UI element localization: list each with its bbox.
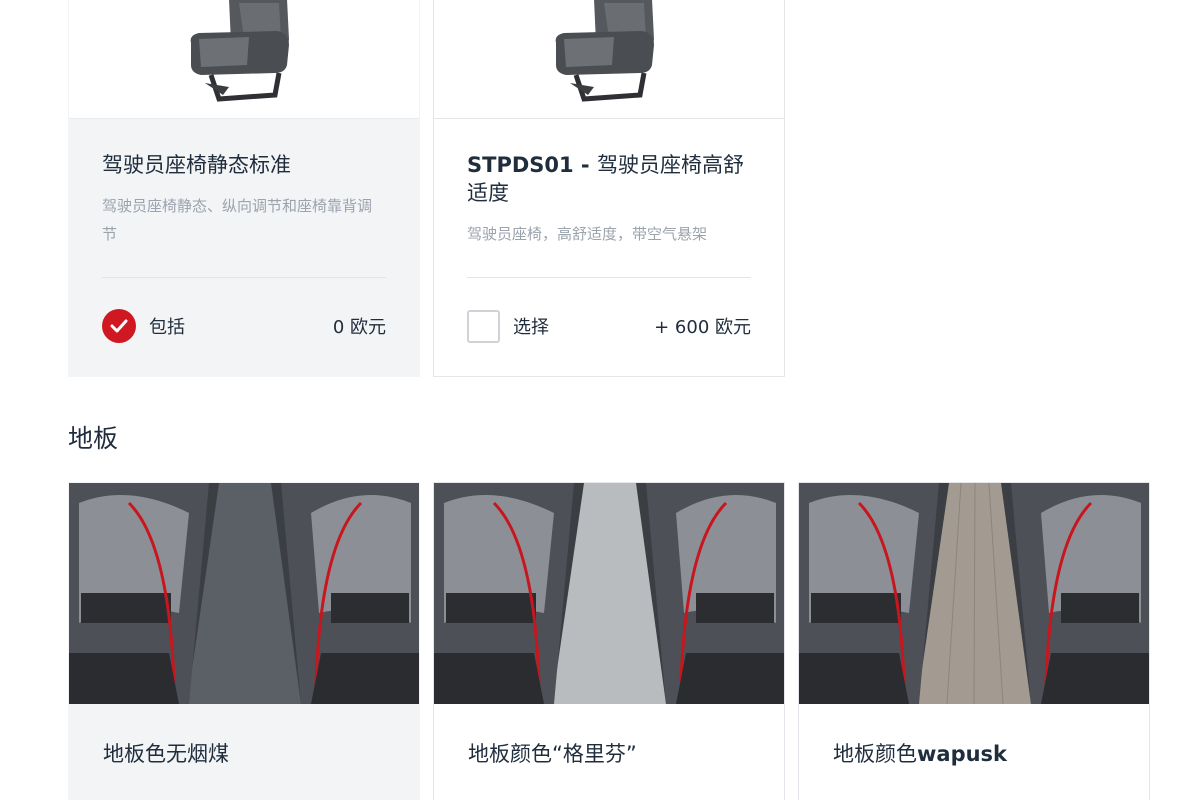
checked-icon[interactable] xyxy=(102,309,136,343)
seat-option-card-standard[interactable]: 驾驶员座椅静态标准 驾驶员座椅静态、纵向调节和座椅靠背调节 包括 0 欧元 xyxy=(68,0,420,377)
seat-image xyxy=(434,0,784,119)
seat-option-title: STPDS01 - 驾驶员座椅高舒适度 xyxy=(467,153,744,205)
bus-interior-image xyxy=(69,483,419,704)
divider xyxy=(467,277,751,278)
seat-option-description: 驾驶员座椅静态、纵向调节和座椅靠背调节 xyxy=(102,197,373,243)
included-label: 包括 xyxy=(149,317,185,338)
floor-option-title: 地板色无烟煤 xyxy=(103,742,229,766)
seat-icon xyxy=(190,0,289,102)
floor-option-title: 地板颜色wapusk xyxy=(833,742,1008,766)
seat-option-description: 驾驶员座椅，高舒适度，带空气悬架 xyxy=(467,225,708,243)
price: + 600 欧元 xyxy=(654,317,751,338)
select-label: 选择 xyxy=(513,317,549,338)
price: 0 欧元 xyxy=(332,317,386,338)
seat-option-title: 驾驶员座椅静态标准 xyxy=(102,153,291,177)
floor-option-title: 地板颜色“格里芬” xyxy=(468,742,637,766)
section-title-floor: 地板 xyxy=(68,424,119,453)
floor-option-card[interactable]: 地板色无烟煤 xyxy=(68,482,420,800)
divider xyxy=(102,277,386,278)
seat-option-card-stpds01[interactable]: STPDS01 - 驾驶员座椅高舒适度 驾驶员座椅，高舒适度，带空气悬架 选择 … xyxy=(433,0,785,377)
floor-option-card[interactable]: 地板颜色wapusk xyxy=(798,482,1150,800)
seat-icon xyxy=(555,0,654,102)
bus-interior-image xyxy=(434,483,784,704)
floor-option-card[interactable]: 地板颜色“格里芬” xyxy=(433,482,785,800)
seat-image xyxy=(69,0,419,119)
checkbox[interactable] xyxy=(467,309,500,343)
bus-interior-image xyxy=(799,483,1149,704)
